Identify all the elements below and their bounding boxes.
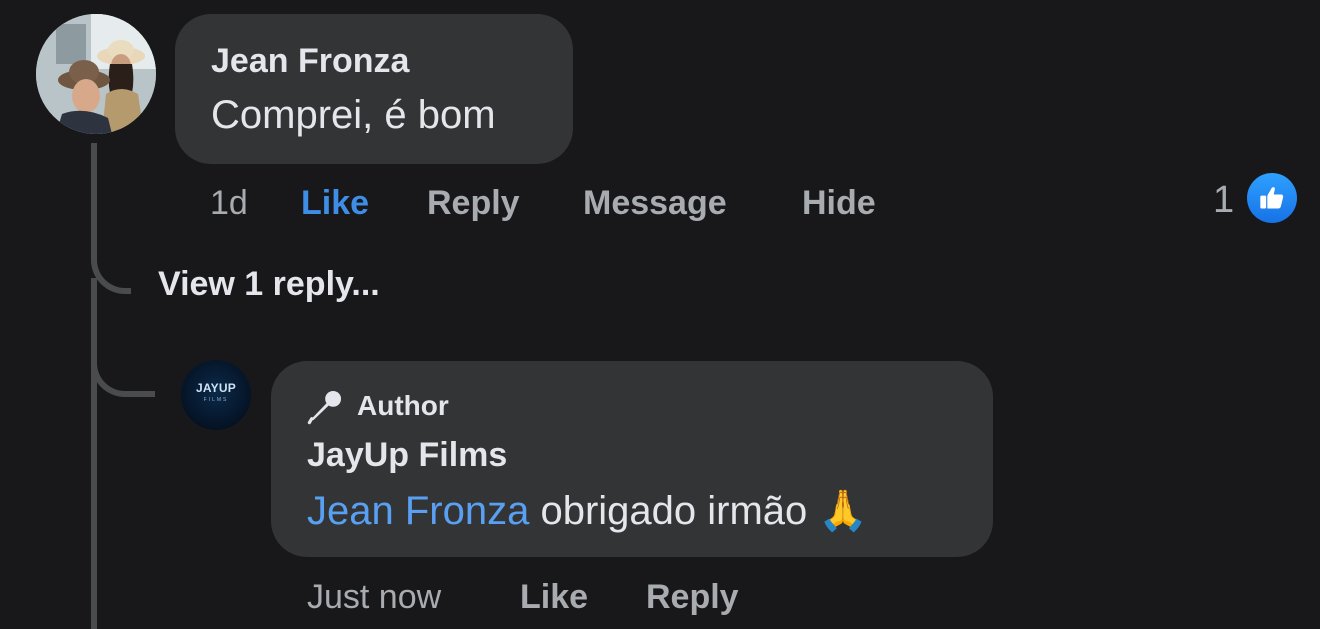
author-badge: Author xyxy=(307,387,449,425)
thread-line-top xyxy=(91,143,97,255)
reply-author-name[interactable]: JayUp Films xyxy=(307,436,507,475)
thumbs-up-icon xyxy=(1260,187,1284,209)
thread-line-bottom xyxy=(91,278,97,629)
reply-reply-button[interactable]: Reply xyxy=(646,578,739,617)
jayup-logo: JAYUP xyxy=(196,381,236,395)
thread-curve-reply xyxy=(91,340,155,397)
comment-author-name[interactable]: Jean Fronza xyxy=(211,42,409,81)
mention-link[interactable]: Jean Fronza xyxy=(307,489,529,533)
thread-curve-view-replies xyxy=(91,250,131,294)
comment-message-button[interactable]: Message xyxy=(583,184,727,223)
reply-avatar[interactable]: JAYUP FILMS xyxy=(181,360,251,430)
comment-hide-button[interactable]: Hide xyxy=(802,184,876,223)
author-badge-label: Author xyxy=(357,390,449,421)
comment-bubble[interactable]: Jean Fronza Comprei, é bom xyxy=(175,14,573,164)
comment-timestamp: 1d xyxy=(210,184,248,222)
comment-reply-button[interactable]: Reply xyxy=(427,184,520,223)
reply-bubble[interactable]: Author JayUp Films Jean Fronza obrigado … xyxy=(271,361,993,557)
jayup-logo-sub: FILMS xyxy=(203,397,229,403)
reaction-count[interactable]: 1 xyxy=(1213,179,1234,222)
reply-timestamp: Just now xyxy=(307,578,442,616)
avatar[interactable] xyxy=(36,14,156,134)
comment-text: Comprei, é bom xyxy=(211,93,496,137)
profile-photo xyxy=(36,14,156,134)
reply-like-button[interactable]: Like xyxy=(520,578,588,617)
comment-thread: Jean Fronza Comprei, é bom 1d Like Reply… xyxy=(0,0,1320,629)
comment-like-button[interactable]: Like xyxy=(301,184,369,223)
like-icon[interactable] xyxy=(1247,173,1297,223)
reply-text-body: obrigado irmão 🙏 xyxy=(529,489,869,533)
reply-text: Jean Fronza obrigado irmão 🙏 xyxy=(307,487,868,534)
view-replies-link[interactable]: View 1 reply... xyxy=(158,265,380,304)
microphone-icon xyxy=(307,390,342,425)
